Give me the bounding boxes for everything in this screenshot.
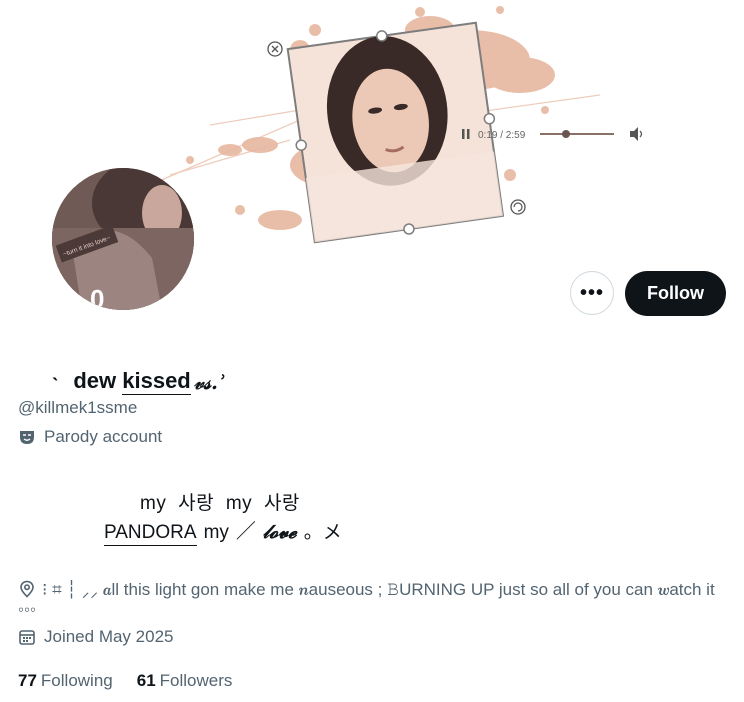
parody-text: Parody account (44, 427, 163, 446)
calendar-icon (18, 628, 36, 646)
bio-pandora: PANDORA (104, 522, 197, 546)
location-pin-icon (18, 580, 36, 598)
followers-label: Followers (159, 671, 233, 690)
location-text: ⁝ ⌗ ┆ ⸝⸝ 𝒂ll this light gon make me 𝒏aus… (18, 580, 715, 619)
follow-stats: 77 Following 61 Followers (18, 671, 232, 691)
bio-slash: ／ (235, 521, 256, 543)
avatar-image: ~turn it into love~ 0 (52, 168, 194, 310)
followers-link[interactable]: 61 Followers (137, 671, 233, 691)
following-count: 77 (18, 671, 37, 690)
user-handle: @killmek1ssme (18, 398, 138, 417)
close-icon (267, 41, 283, 57)
name-prefix: ˎ (52, 356, 60, 381)
bio-end: 。メ (303, 522, 342, 543)
more-button[interactable]: ••• (570, 271, 614, 315)
rotate-icon (510, 199, 526, 215)
bio-my: my (203, 522, 229, 543)
more-icon: ••• (579, 281, 604, 304)
profile-location: ⁝ ⌗ ┆ ⸝⸝ 𝒂ll this light gon make me 𝒏aus… (18, 580, 718, 620)
name-suffix: 𝓋𝓈.ʾ (193, 370, 226, 394)
name-underlined: kissed (122, 368, 191, 395)
name-main: dew (73, 368, 117, 393)
bio-line-2: PANDORA my ／ 𝓁𝓸𝓿𝓮 。メ (104, 515, 342, 546)
followers-count: 61 (136, 671, 156, 690)
svg-text:0: 0 (90, 284, 104, 310)
parody-label: Parody account (18, 427, 162, 447)
avatar[interactable]: ~turn it into love~ 0 (52, 168, 194, 310)
follow-button[interactable]: Follow (625, 271, 726, 316)
bio-line-1: my 사랑 my 사랑 (140, 493, 300, 514)
bio-love: 𝓁𝓸𝓿𝓮 (262, 521, 297, 543)
player-time: 0:19 / 2:59 (478, 130, 526, 141)
following-label: Following (40, 671, 113, 690)
joined-date: Joined May 2025 (18, 627, 173, 647)
display-name: ˎ dew kissed 𝓋𝓈.ʾ (52, 356, 226, 395)
name-text: dew kissed (73, 368, 191, 395)
mask-icon (18, 428, 36, 446)
following-link[interactable]: 77 Following (18, 671, 113, 691)
joined-text: Joined May 2025 (44, 627, 174, 646)
